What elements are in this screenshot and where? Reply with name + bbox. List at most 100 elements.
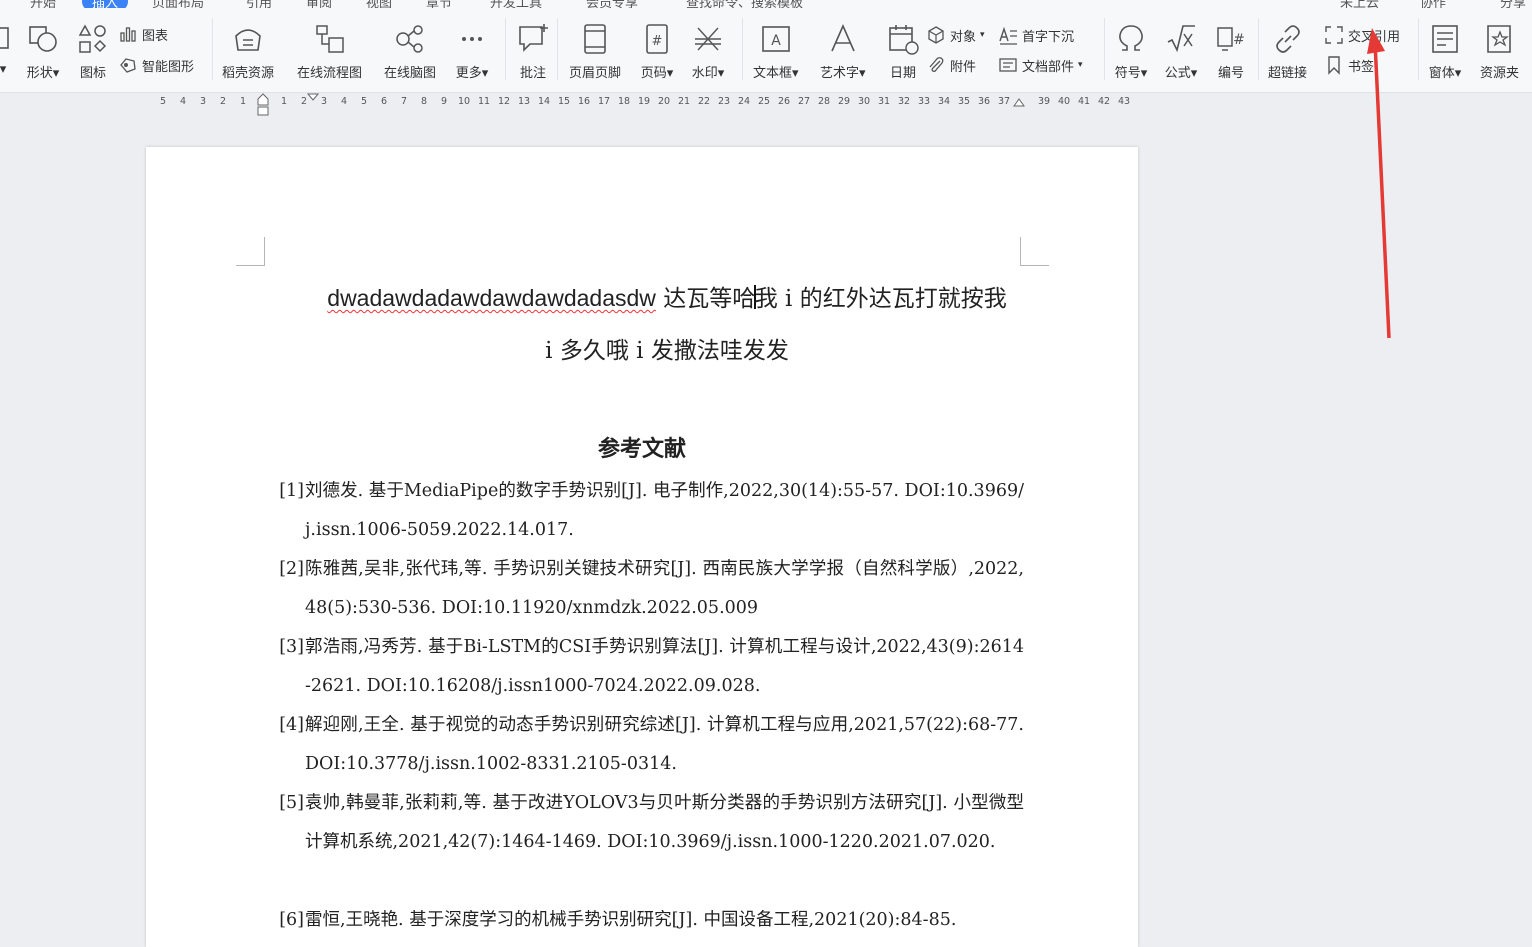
header-footer-label: 页眉页脚: [569, 66, 622, 81]
ruler-number: 25: [758, 96, 771, 107]
ruler-number: 23: [718, 96, 731, 107]
tab-member[interactable]: 会员专享: [586, 0, 638, 8]
drop-cap-button[interactable]: 首字下沉: [998, 25, 1074, 45]
calendar-icon: [889, 25, 919, 55]
ruler-number: 1: [240, 96, 247, 107]
reference-item[interactable]: [3] 郭浩雨,冯秀芳. 基于Bi-LSTM的CSI手势识别算法[J]. 计算机…: [264, 628, 1024, 706]
cloud-status[interactable]: 未上云: [1340, 0, 1379, 8]
right-indent-marker[interactable]: [1013, 93, 1025, 107]
icon-button[interactable]: 图标: [76, 22, 110, 81]
resource-clip-button[interactable]: 资源夹: [1480, 22, 1519, 81]
share-button[interactable]: 分享: [1500, 0, 1526, 8]
ruler-number: 43: [1118, 96, 1131, 107]
more-button[interactable]: 更多▾: [455, 22, 489, 81]
numbering-button[interactable]: # 编号: [1214, 22, 1248, 81]
watermark-button[interactable]: 水印▾: [691, 22, 725, 81]
title-line-2: i 多久哦 i 发撒法哇发发: [545, 338, 789, 364]
comment-label: 批注: [519, 66, 546, 81]
drop-cap-label: 首字下沉: [1022, 29, 1075, 45]
shape-label: 形状: [26, 66, 53, 81]
left-indent-marker[interactable]: [257, 93, 269, 117]
smart-graphic-icon: [120, 58, 136, 73]
docer-resource-button[interactable]: 稻壳资源: [222, 22, 274, 81]
title-text-after-cursor: 我 i 的红外达瓦打就按我: [754, 286, 1007, 312]
tab-view[interactable]: 视图: [366, 0, 392, 8]
collaborate-button[interactable]: 协作: [1420, 0, 1446, 8]
ruler-number: 37: [998, 96, 1011, 107]
wordart-button[interactable]: 艺术字▾: [820, 22, 866, 81]
ruler-number: 3: [200, 96, 207, 107]
hyperlink-button[interactable]: 超链接: [1268, 22, 1307, 81]
margin-corner-top-right: [1020, 237, 1049, 266]
date-button[interactable]: 日期: [886, 22, 920, 81]
link-icon: [1275, 25, 1300, 53]
ruler-number: 16: [578, 96, 591, 107]
ruler-number: 4: [180, 96, 187, 107]
reference-text: 陈雅茜,吴非,张代玮,等. 手势识别关键技术研究[J]. 西南民族大学学报（自然…: [305, 559, 1024, 618]
more-dots-icon: [462, 37, 482, 41]
ruler-number: 27: [798, 96, 811, 107]
first-line-indent-marker[interactable]: [307, 93, 319, 103]
ruler-number: 21: [678, 96, 691, 107]
form-button[interactable]: 窗体▾: [1428, 22, 1462, 81]
chart-button[interactable]: 图表: [118, 24, 168, 44]
partial-left-button[interactable]: ▾: [0, 22, 20, 77]
online-mindmap-label: 在线脑图: [384, 66, 437, 81]
tab-page-layout[interactable]: 页面布局: [152, 0, 204, 8]
formula-button[interactable]: 公式▾: [1164, 22, 1198, 81]
title-latin-text: dwadawdadawdawdawdadasdw: [327, 285, 656, 311]
cross-reference-icon: [1325, 26, 1343, 44]
svg-text:A: A: [771, 33, 781, 49]
tab-home[interactable]: 开始: [30, 0, 56, 8]
more-label: 更多: [455, 66, 482, 81]
doc-parts-button[interactable]: 文档部件 ▾: [998, 55, 1083, 75]
insert-ribbon: ▾ 形状▾ 图标 图表 智能图形 稻壳资源 在线流程图 在线脑图 更多▾ 批注: [0, 8, 1532, 93]
tab-references[interactable]: 引用: [246, 0, 272, 8]
online-flowchart-button[interactable]: 在线流程图: [297, 22, 362, 81]
document-page[interactable]: dwadawdadawdawdawdadasdw 达瓦等哈我 i 的红外达瓦打就…: [146, 147, 1138, 947]
drop-cap-icon: [999, 26, 1017, 45]
references-heading: 参考文献: [597, 436, 686, 462]
numbering-label: 编号: [1217, 66, 1244, 81]
ruler-number: 1: [281, 96, 288, 107]
ruler-number: 41: [1078, 96, 1091, 107]
reference-item[interactable]: [4] 解迎刚,王全. 基于视觉的动态手势识别研究综述[J]. 计算机工程与应用…: [264, 706, 1024, 784]
reference-item[interactable]: [2] 陈雅茜,吴非,张代玮,等. 手势识别关键技术研究[J]. 西南民族大学学…: [264, 550, 1024, 628]
frame-icon: [0, 27, 9, 49]
attachment-button[interactable]: 附件: [926, 55, 976, 75]
page-number-icon: #: [646, 24, 668, 54]
menu-tab-strip: 开始 插入 页面布局 引用 审阅 视图 章节 开发工具 会员专享 查找命令、搜索…: [0, 0, 1532, 8]
wordart-label: 艺术字: [820, 66, 860, 81]
annotation-arrow-icon: [1367, 28, 1391, 339]
page-number-button[interactable]: # 页码▾: [640, 22, 674, 81]
symbol-button[interactable]: 符号▾: [1114, 22, 1148, 81]
tab-insert[interactable]: 插入: [82, 0, 129, 8]
reference-item[interactable]: [6] 雷恒,王晓艳. 基于深度学习的机械手势识别研究[J]. 中国设备工程,2…: [264, 901, 1024, 940]
comment-button[interactable]: 批注: [516, 22, 550, 81]
command-search[interactable]: 查找命令、搜索模板: [686, 0, 803, 8]
ruler-number: 13: [518, 96, 531, 107]
reference-item[interactable]: [1] 刘德发. 基于MediaPipe的数字手势识别[J]. 电子制作,202…: [264, 472, 1024, 550]
tab-section[interactable]: 章节: [426, 0, 452, 8]
header-footer-button[interactable]: 页眉页脚: [569, 22, 621, 81]
smart-graphic-button[interactable]: 智能图形: [118, 55, 194, 75]
reference-item[interactable]: [5] 袁帅,韩曼菲,张莉莉,等. 基于改进YOLOV3与贝叶斯分类器的手势识别…: [264, 784, 1024, 862]
page-number-label: 页码: [640, 66, 667, 81]
tab-review[interactable]: 审阅: [306, 0, 332, 8]
ruler-number: 9: [441, 96, 448, 107]
textbox-button[interactable]: A 文本框▾: [753, 22, 799, 81]
object-button[interactable]: 对象 ▾: [926, 25, 985, 45]
ruler-number: 11: [478, 96, 491, 107]
flowchart-icon: [315, 25, 344, 53]
tab-developer[interactable]: 开发工具: [490, 0, 542, 8]
shape-button[interactable]: 形状▾: [26, 22, 60, 81]
ruler-number: 36: [978, 96, 991, 107]
ruler-number: 26: [778, 96, 791, 107]
reference-number: [4]: [279, 715, 304, 735]
online-mindmap-button[interactable]: 在线脑图: [384, 22, 436, 81]
reference-number: [5]: [279, 793, 304, 813]
horizontal-ruler[interactable]: 54321 1 2 3 4 5 6 7 8 9 10 11 12 13 14 15 16 17 18 19 20 21 2…: [0, 93, 1532, 116]
ruler-number: 3: [321, 96, 328, 107]
document-title[interactable]: dwadawdadawdawdawdadasdw 达瓦等哈我 i 的红外达瓦打就…: [314, 272, 1020, 377]
svg-text:#: #: [652, 34, 663, 49]
